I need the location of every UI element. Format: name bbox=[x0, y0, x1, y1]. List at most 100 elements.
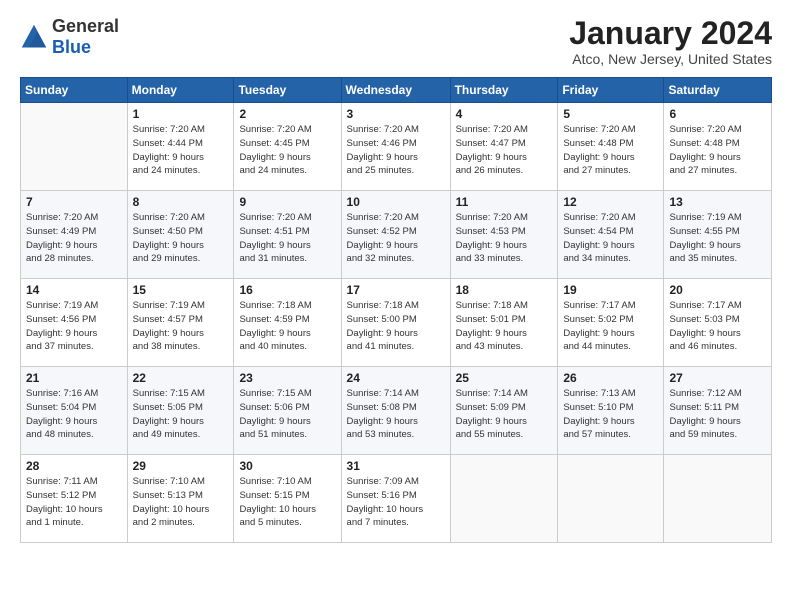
calendar-cell: 29 Sunrise: 7:10 AMSunset: 5:13 PMDayligh… bbox=[127, 455, 234, 543]
week-row-3: 21 Sunrise: 7:16 AMSunset: 5:04 PMDayligh… bbox=[21, 367, 772, 455]
calendar-cell: 30 Sunrise: 7:10 AMSunset: 5:15 PMDayligh… bbox=[234, 455, 341, 543]
calendar-cell: 5 Sunrise: 7:20 AMSunset: 4:48 PMDaylight… bbox=[558, 103, 664, 191]
day-info: Sunrise: 7:16 AMSunset: 5:04 PMDaylight:… bbox=[26, 387, 122, 442]
day-number: 27 bbox=[669, 371, 766, 385]
day-number: 19 bbox=[563, 283, 658, 297]
day-number: 5 bbox=[563, 107, 658, 121]
day-number: 24 bbox=[347, 371, 445, 385]
day-number: 21 bbox=[26, 371, 122, 385]
day-number: 7 bbox=[26, 195, 122, 209]
calendar-cell: 14 Sunrise: 7:19 AMSunset: 4:56 PMDayligh… bbox=[21, 279, 128, 367]
day-info: Sunrise: 7:19 AMSunset: 4:57 PMDaylight:… bbox=[133, 299, 229, 354]
calendar-cell: 18Sunrise: 7:18 AMSunset: 5:01 PMDayligh… bbox=[450, 279, 558, 367]
day-info: Sunrise: 7:20 AMSunset: 4:52 PMDaylight:… bbox=[347, 211, 445, 266]
weekday-saturday: Saturday bbox=[664, 78, 772, 103]
day-number: 29 bbox=[133, 459, 229, 473]
day-number: 10 bbox=[347, 195, 445, 209]
title-block: January 2024 Atco, New Jersey, United St… bbox=[569, 16, 772, 67]
calendar-cell: 20Sunrise: 7:17 AMSunset: 5:03 PMDayligh… bbox=[664, 279, 772, 367]
calendar-cell: 17Sunrise: 7:18 AMSunset: 5:00 PMDayligh… bbox=[341, 279, 450, 367]
logo-text: General Blue bbox=[52, 16, 119, 58]
day-info: Sunrise: 7:10 AMSunset: 5:13 PMDaylight:… bbox=[133, 475, 229, 530]
day-number: 3 bbox=[347, 107, 445, 121]
calendar-cell: 1 Sunrise: 7:20 AMSunset: 4:44 PMDaylight… bbox=[127, 103, 234, 191]
day-number: 28 bbox=[26, 459, 122, 473]
calendar-cell: 4 Sunrise: 7:20 AMSunset: 4:47 PMDaylight… bbox=[450, 103, 558, 191]
day-number: 30 bbox=[239, 459, 335, 473]
calendar-table: SundayMondayTuesdayWednesdayThursdayFrid… bbox=[20, 77, 772, 543]
day-number: 4 bbox=[456, 107, 553, 121]
day-info: Sunrise: 7:20 AMSunset: 4:48 PMDaylight:… bbox=[669, 123, 766, 178]
calendar-cell bbox=[558, 455, 664, 543]
calendar-cell: 13Sunrise: 7:19 AMSunset: 4:55 PMDayligh… bbox=[664, 191, 772, 279]
calendar-cell: 26Sunrise: 7:13 AMSunset: 5:10 PMDayligh… bbox=[558, 367, 664, 455]
calendar-cell: 11Sunrise: 7:20 AMSunset: 4:53 PMDayligh… bbox=[450, 191, 558, 279]
day-number: 23 bbox=[239, 371, 335, 385]
day-info: Sunrise: 7:10 AMSunset: 5:15 PMDaylight:… bbox=[239, 475, 335, 530]
calendar-cell: 31 Sunrise: 7:09 AMSunset: 5:16 PMDayligh… bbox=[341, 455, 450, 543]
day-info: Sunrise: 7:20 AMSunset: 4:51 PMDaylight:… bbox=[239, 211, 335, 266]
calendar-cell: 6 Sunrise: 7:20 AMSunset: 4:48 PMDaylight… bbox=[664, 103, 772, 191]
calendar-cell: 24 Sunrise: 7:14 AMSunset: 5:08 PMDayligh… bbox=[341, 367, 450, 455]
day-info: Sunrise: 7:15 AMSunset: 5:06 PMDaylight:… bbox=[239, 387, 335, 442]
day-number: 26 bbox=[563, 371, 658, 385]
day-number: 6 bbox=[669, 107, 766, 121]
day-info: Sunrise: 7:17 AMSunset: 5:03 PMDaylight:… bbox=[669, 299, 766, 354]
calendar-title: January 2024 bbox=[569, 16, 772, 51]
day-number: 17 bbox=[347, 283, 445, 297]
day-info: Sunrise: 7:18 AMSunset: 4:59 PMDaylight:… bbox=[239, 299, 335, 354]
day-number: 22 bbox=[133, 371, 229, 385]
day-number: 9 bbox=[239, 195, 335, 209]
weekday-monday: Monday bbox=[127, 78, 234, 103]
calendar-cell: 12 Sunrise: 7:20 AMSunset: 4:54 PMDayligh… bbox=[558, 191, 664, 279]
day-number: 1 bbox=[133, 107, 229, 121]
calendar-cell: 16 Sunrise: 7:18 AMSunset: 4:59 PMDayligh… bbox=[234, 279, 341, 367]
logo: General Blue bbox=[20, 16, 119, 58]
day-number: 31 bbox=[347, 459, 445, 473]
calendar-cell: 7Sunrise: 7:20 AMSunset: 4:49 PMDaylight… bbox=[21, 191, 128, 279]
day-info: Sunrise: 7:20 AMSunset: 4:47 PMDaylight:… bbox=[456, 123, 553, 178]
day-info: Sunrise: 7:14 AMSunset: 5:09 PMDaylight:… bbox=[456, 387, 553, 442]
calendar-cell: 25 Sunrise: 7:14 AMSunset: 5:09 PMDayligh… bbox=[450, 367, 558, 455]
week-row-0: 1 Sunrise: 7:20 AMSunset: 4:44 PMDaylight… bbox=[21, 103, 772, 191]
calendar-cell: 28Sunrise: 7:11 AMSunset: 5:12 PMDayligh… bbox=[21, 455, 128, 543]
calendar-cell: 19 Sunrise: 7:17 AMSunset: 5:02 PMDayligh… bbox=[558, 279, 664, 367]
weekday-wednesday: Wednesday bbox=[341, 78, 450, 103]
day-info: Sunrise: 7:20 AMSunset: 4:44 PMDaylight:… bbox=[133, 123, 229, 178]
weekday-sunday: Sunday bbox=[21, 78, 128, 103]
calendar-cell: 10 Sunrise: 7:20 AMSunset: 4:52 PMDayligh… bbox=[341, 191, 450, 279]
day-number: 25 bbox=[456, 371, 553, 385]
weekday-header-row: SundayMondayTuesdayWednesdayThursdayFrid… bbox=[21, 78, 772, 103]
day-info: Sunrise: 7:09 AMSunset: 5:16 PMDaylight:… bbox=[347, 475, 445, 530]
calendar-cell: 9 Sunrise: 7:20 AMSunset: 4:51 PMDaylight… bbox=[234, 191, 341, 279]
day-info: Sunrise: 7:20 AMSunset: 4:54 PMDaylight:… bbox=[563, 211, 658, 266]
day-info: Sunrise: 7:14 AMSunset: 5:08 PMDaylight:… bbox=[347, 387, 445, 442]
day-number: 15 bbox=[133, 283, 229, 297]
weekday-tuesday: Tuesday bbox=[234, 78, 341, 103]
calendar-cell bbox=[21, 103, 128, 191]
week-row-1: 7Sunrise: 7:20 AMSunset: 4:49 PMDaylight… bbox=[21, 191, 772, 279]
day-number: 12 bbox=[563, 195, 658, 209]
day-info: Sunrise: 7:20 AMSunset: 4:45 PMDaylight:… bbox=[239, 123, 335, 178]
calendar-cell: 27 Sunrise: 7:12 AMSunset: 5:11 PMDayligh… bbox=[664, 367, 772, 455]
day-number: 14 bbox=[26, 283, 122, 297]
calendar-cell: 2 Sunrise: 7:20 AMSunset: 4:45 PMDaylight… bbox=[234, 103, 341, 191]
day-info: Sunrise: 7:20 AMSunset: 4:48 PMDaylight:… bbox=[563, 123, 658, 178]
calendar-cell: 8Sunrise: 7:20 AMSunset: 4:50 PMDaylight… bbox=[127, 191, 234, 279]
weekday-thursday: Thursday bbox=[450, 78, 558, 103]
calendar-subtitle: Atco, New Jersey, United States bbox=[569, 51, 772, 67]
weekday-friday: Friday bbox=[558, 78, 664, 103]
calendar-cell bbox=[450, 455, 558, 543]
day-info: Sunrise: 7:12 AMSunset: 5:11 PMDaylight:… bbox=[669, 387, 766, 442]
page: General Blue January 2024 Atco, New Jers… bbox=[0, 0, 792, 612]
day-info: Sunrise: 7:19 AMSunset: 4:56 PMDaylight:… bbox=[26, 299, 122, 354]
day-info: Sunrise: 7:20 AMSunset: 4:46 PMDaylight:… bbox=[347, 123, 445, 178]
day-number: 16 bbox=[239, 283, 335, 297]
week-row-4: 28Sunrise: 7:11 AMSunset: 5:12 PMDayligh… bbox=[21, 455, 772, 543]
day-number: 8 bbox=[133, 195, 229, 209]
logo-blue: Blue bbox=[52, 37, 91, 57]
calendar-cell: 3 Sunrise: 7:20 AMSunset: 4:46 PMDaylight… bbox=[341, 103, 450, 191]
day-info: Sunrise: 7:17 AMSunset: 5:02 PMDaylight:… bbox=[563, 299, 658, 354]
calendar-cell: 21 Sunrise: 7:16 AMSunset: 5:04 PMDayligh… bbox=[21, 367, 128, 455]
day-number: 2 bbox=[239, 107, 335, 121]
